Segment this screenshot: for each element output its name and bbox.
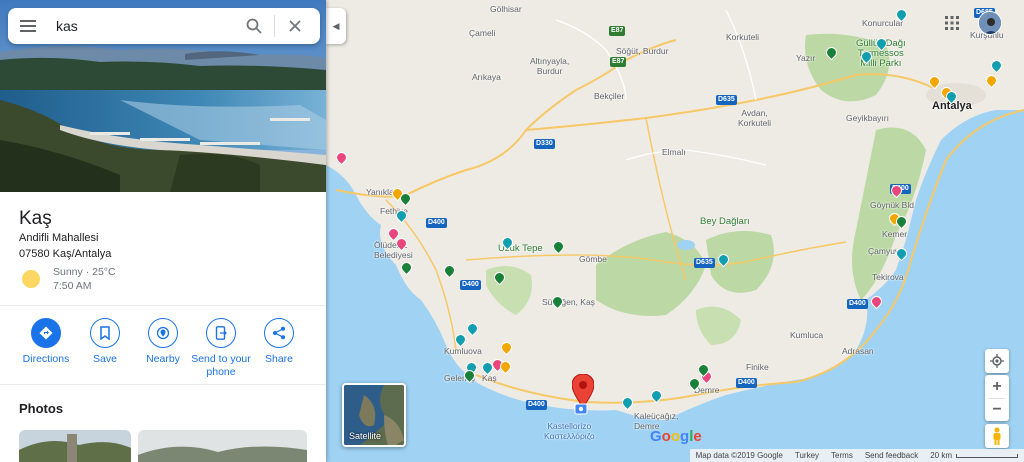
map-blue-dot-icon xyxy=(574,403,588,415)
terms-link[interactable]: Terms xyxy=(831,451,853,460)
map-label-geyikbayiri: Geyikbayırı xyxy=(846,113,889,123)
weather-time: 7:50 AM xyxy=(53,280,92,292)
map-data-credit: Map data ©2019 Google xyxy=(695,451,783,460)
map-label-cameli: Çameli xyxy=(469,28,496,38)
sunny-icon xyxy=(22,270,40,288)
side-panel: Kaş Andifli Mahallesi 07580 Kaş/Antalya … xyxy=(0,0,326,462)
map-canvas[interactable]: Gölhisar Çameli Altınyayla, Burdur Arıkay… xyxy=(326,0,1024,462)
map-label-kastellorizo: Kastellorizo Καστελλόριζο xyxy=(544,421,595,441)
menu-button[interactable] xyxy=(8,8,48,44)
map-label-gombe: Gömbe xyxy=(579,254,607,264)
map-label-avdan: Avdan, Korkuteli xyxy=(738,108,772,128)
search-box xyxy=(8,8,320,44)
road-d400-a: D400 xyxy=(426,218,447,228)
map-label-yanikla: Yanıkla xyxy=(366,187,394,197)
map-label-konurcular: Konurcular xyxy=(862,18,904,28)
road-d635-b: D635 xyxy=(694,258,715,268)
pegman-icon xyxy=(993,427,1001,445)
place-title: Kaş xyxy=(19,208,52,229)
send-feedback-link[interactable]: Send feedback xyxy=(865,451,918,460)
scale-bar[interactable]: 20 km xyxy=(930,451,1018,460)
share-label: Share xyxy=(264,353,294,365)
road-d330: D330 xyxy=(534,139,555,149)
collapse-panel-button[interactable]: ◀ xyxy=(326,8,346,44)
scale-line xyxy=(956,453,1018,458)
photo-thumbnail-image xyxy=(19,430,131,462)
map-label-goynuk: Göynük Bld xyxy=(870,200,914,210)
road-d400-c: D400 xyxy=(526,400,547,410)
map-label-bekciler: Bekçiler xyxy=(594,91,625,101)
zoom-in-button[interactable]: + xyxy=(992,376,1001,398)
map-label-tekirova: Tekirova xyxy=(872,272,904,282)
address-line-2: 07580 Kaş/Antalya xyxy=(19,248,112,260)
road-e87-b: E87 xyxy=(610,57,627,67)
map-label-arikaya: Arıkaya xyxy=(472,72,501,82)
zoom-controls: + − xyxy=(985,375,1009,421)
road-e87-a: E87 xyxy=(609,26,626,36)
my-location-icon xyxy=(990,354,1004,368)
directions-icon xyxy=(31,318,61,348)
map-label-adrasan: Adrasan xyxy=(842,346,874,356)
hamburger-menu-icon xyxy=(20,20,36,32)
map-label-kumluova: Kumluova xyxy=(444,346,482,356)
map-attribution: Map data ©2019 Google Turkey Terms Send … xyxy=(689,449,1024,462)
photos-heading: Photos xyxy=(19,401,64,416)
road-d400-b: D400 xyxy=(460,280,481,290)
map-label-altinyayla: Altınyayla, Burdur xyxy=(530,56,570,76)
map-label-sogut: Söğüt, Burdur xyxy=(616,46,669,56)
photo-thumbnail[interactable] xyxy=(138,430,307,462)
map-label-sutlegen: Sütleğen, Kaş xyxy=(542,297,595,307)
satellite-toggle[interactable]: Satellite xyxy=(342,383,406,447)
road-d635-a: D635 xyxy=(716,95,737,105)
search-button[interactable] xyxy=(234,8,274,44)
photo-thumbnail-image xyxy=(138,430,307,462)
address-line-1: Andifli Mahallesi xyxy=(19,232,99,244)
map-label-kas: Kaş xyxy=(482,373,497,383)
send-to-phone-icon xyxy=(206,318,236,348)
share-button[interactable]: Share xyxy=(243,318,315,366)
search-input[interactable] xyxy=(48,11,234,41)
user-avatar[interactable] xyxy=(978,11,1002,35)
map-base xyxy=(326,0,1024,462)
photo-thumbnail[interactable] xyxy=(19,430,131,462)
share-icon xyxy=(264,318,294,348)
road-d400-d: D400 xyxy=(736,378,757,388)
action-bar: Directions Save Nearby Send to your phon… xyxy=(0,305,326,385)
map-label-kemer: Kemer xyxy=(882,229,908,239)
weather-condition: Sunny · 25°C xyxy=(53,266,116,278)
close-icon xyxy=(289,20,301,32)
map-label-beydaglari: Bey Dağları xyxy=(700,216,750,227)
street-view-pegman[interactable] xyxy=(985,424,1009,448)
map-label-finike: Finike xyxy=(746,362,769,372)
google-logo: Google xyxy=(650,428,702,445)
clear-search-button[interactable] xyxy=(275,8,315,44)
scale-label: 20 km xyxy=(930,451,952,460)
map-label-golhisar: Gölhisar xyxy=(490,4,522,14)
map-label-yazir: Yazır xyxy=(796,53,816,63)
search-icon xyxy=(246,18,262,34)
my-location-button[interactable] xyxy=(985,349,1009,373)
road-d400-e: D400 xyxy=(847,299,868,309)
apps-grid-icon[interactable] xyxy=(945,16,959,30)
map-label-kumluca: Kumluca xyxy=(790,330,824,340)
region-label: Turkey xyxy=(794,451,820,460)
map-label-korkuteli: Korkuteli xyxy=(726,32,760,42)
map-label-elmali: Elmalı xyxy=(662,147,686,157)
caret-left-icon: ◀ xyxy=(332,20,340,31)
bookmark-icon xyxy=(90,318,120,348)
nearby-icon xyxy=(148,318,178,348)
zoom-out-button[interactable]: − xyxy=(992,399,1001,421)
satellite-label: Satellite xyxy=(349,431,382,441)
